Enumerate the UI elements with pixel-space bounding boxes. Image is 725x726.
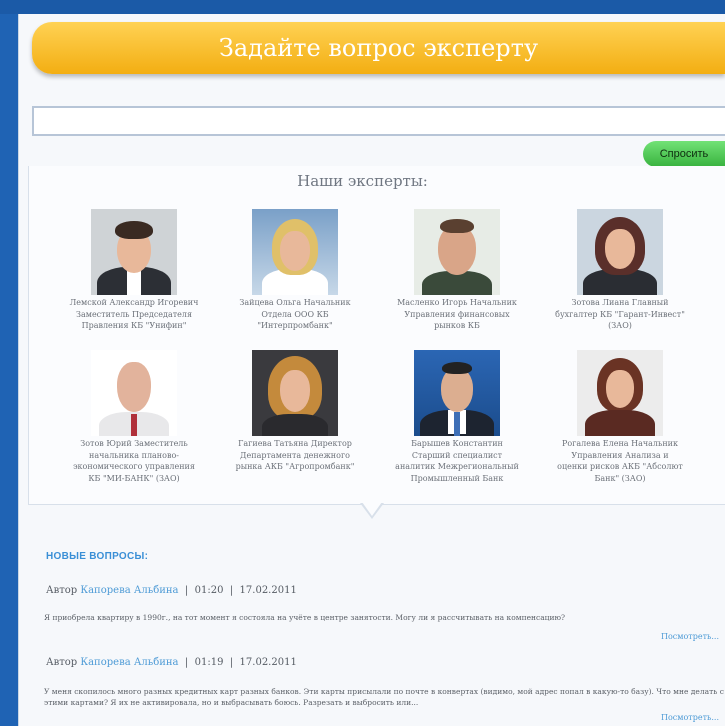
question-time: 01:20 <box>194 585 224 596</box>
expert-caption: Лемской Александр Игоревич Заместитель П… <box>69 298 199 330</box>
expert-photo[interactable] <box>414 209 500 295</box>
question-text: Я приобрела квартиру в 1990г., на тот мо… <box>44 613 566 622</box>
question-input[interactable] <box>32 106 725 136</box>
ask-button[interactable]: Спросить <box>643 141 725 167</box>
author-link[interactable]: Капорева Альбина <box>80 657 178 668</box>
view-question-link[interactable]: Посмотреть... <box>661 632 719 641</box>
question-date: 17.02.2011 <box>239 657 297 668</box>
expert-card[interactable]: Рогалева Елена Начальник Управления Анал… <box>555 350 685 484</box>
question-date: 17.02.2011 <box>239 585 297 596</box>
expert-card[interactable]: Масленко Игорь Начальник Управления фина… <box>392 209 522 343</box>
window-top-strip <box>0 0 725 14</box>
question-meta: Автор Капорева Альбина | 01:20 | 17.02.2… <box>46 585 297 596</box>
expert-card[interactable]: Зотов Юрий Заместитель начальника планов… <box>69 350 199 484</box>
expert-caption: Зотов Юрий Заместитель начальника планов… <box>73 439 195 483</box>
expert-card[interactable]: Гагиева Татьяна Директор Департамента де… <box>230 350 360 484</box>
page-title: Задайте вопрос эксперту <box>32 22 725 74</box>
expert-photo[interactable] <box>577 209 663 295</box>
question-text: У меня скопилось много разных кредитных … <box>44 687 724 707</box>
expert-photo[interactable] <box>91 350 177 436</box>
expert-photo[interactable] <box>577 350 663 436</box>
question-time: 01:19 <box>194 657 224 668</box>
expert-card[interactable]: Зайцева Ольга Начальник Отдела ООО КБ "И… <box>230 209 360 343</box>
expert-caption: Масленко Игорь Начальник Управления фина… <box>397 298 517 330</box>
view-question-link[interactable]: Посмотреть... <box>661 713 719 722</box>
panel-pointer-inner <box>362 502 382 516</box>
question-meta: Автор Капорева Альбина | 01:19 | 17.02.2… <box>46 657 297 668</box>
expert-card[interactable]: Лемской Александр Игоревич Заместитель П… <box>69 209 199 343</box>
expert-photo[interactable] <box>91 209 177 295</box>
expert-card[interactable]: Зотова Лиана Главный бухгалтер КБ "Гаран… <box>555 209 685 343</box>
expert-caption: Рогалева Елена Начальник Управления Анал… <box>557 439 683 483</box>
expert-caption: Зотова Лиана Главный бухгалтер КБ "Гаран… <box>555 298 685 330</box>
expert-card[interactable]: Барышев Константин Старший специалист ан… <box>392 350 522 484</box>
author-label: Автор <box>46 657 78 668</box>
new-questions-heading: НОВЫЕ ВОПРОСЫ: <box>46 551 149 562</box>
expert-photo[interactable] <box>414 350 500 436</box>
experts-heading: Наши эксперты: <box>297 172 428 190</box>
author-link[interactable]: Капорева Альбина <box>80 585 178 596</box>
expert-photo[interactable] <box>252 209 338 295</box>
author-label: Автор <box>46 585 78 596</box>
expert-caption: Гагиева Татьяна Директор Департамента де… <box>235 439 355 471</box>
expert-photo[interactable] <box>252 350 338 436</box>
expert-caption: Барышев Константин Старший специалист ан… <box>395 439 519 483</box>
expert-caption: Зайцева Ольга Начальник Отдела ООО КБ "И… <box>239 298 351 330</box>
